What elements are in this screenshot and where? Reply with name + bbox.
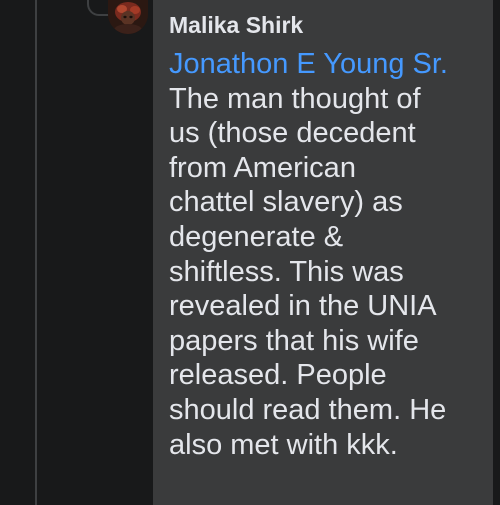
comment-bubble: Malika Shirk Jonathon E Young Sr. The ma… <box>153 0 493 505</box>
comment-author-name[interactable]: Malika Shirk <box>169 11 477 39</box>
profile-photo-icon <box>108 0 148 34</box>
avatar[interactable] <box>108 0 148 34</box>
mention-link[interactable]: Jonathon E Young Sr. <box>169 48 448 80</box>
thread-line <box>35 0 37 505</box>
comment-text: The man thought of us (those decedent fr… <box>169 82 447 461</box>
comment-body: Jonathon E Young Sr. The man thought of … <box>169 47 477 462</box>
